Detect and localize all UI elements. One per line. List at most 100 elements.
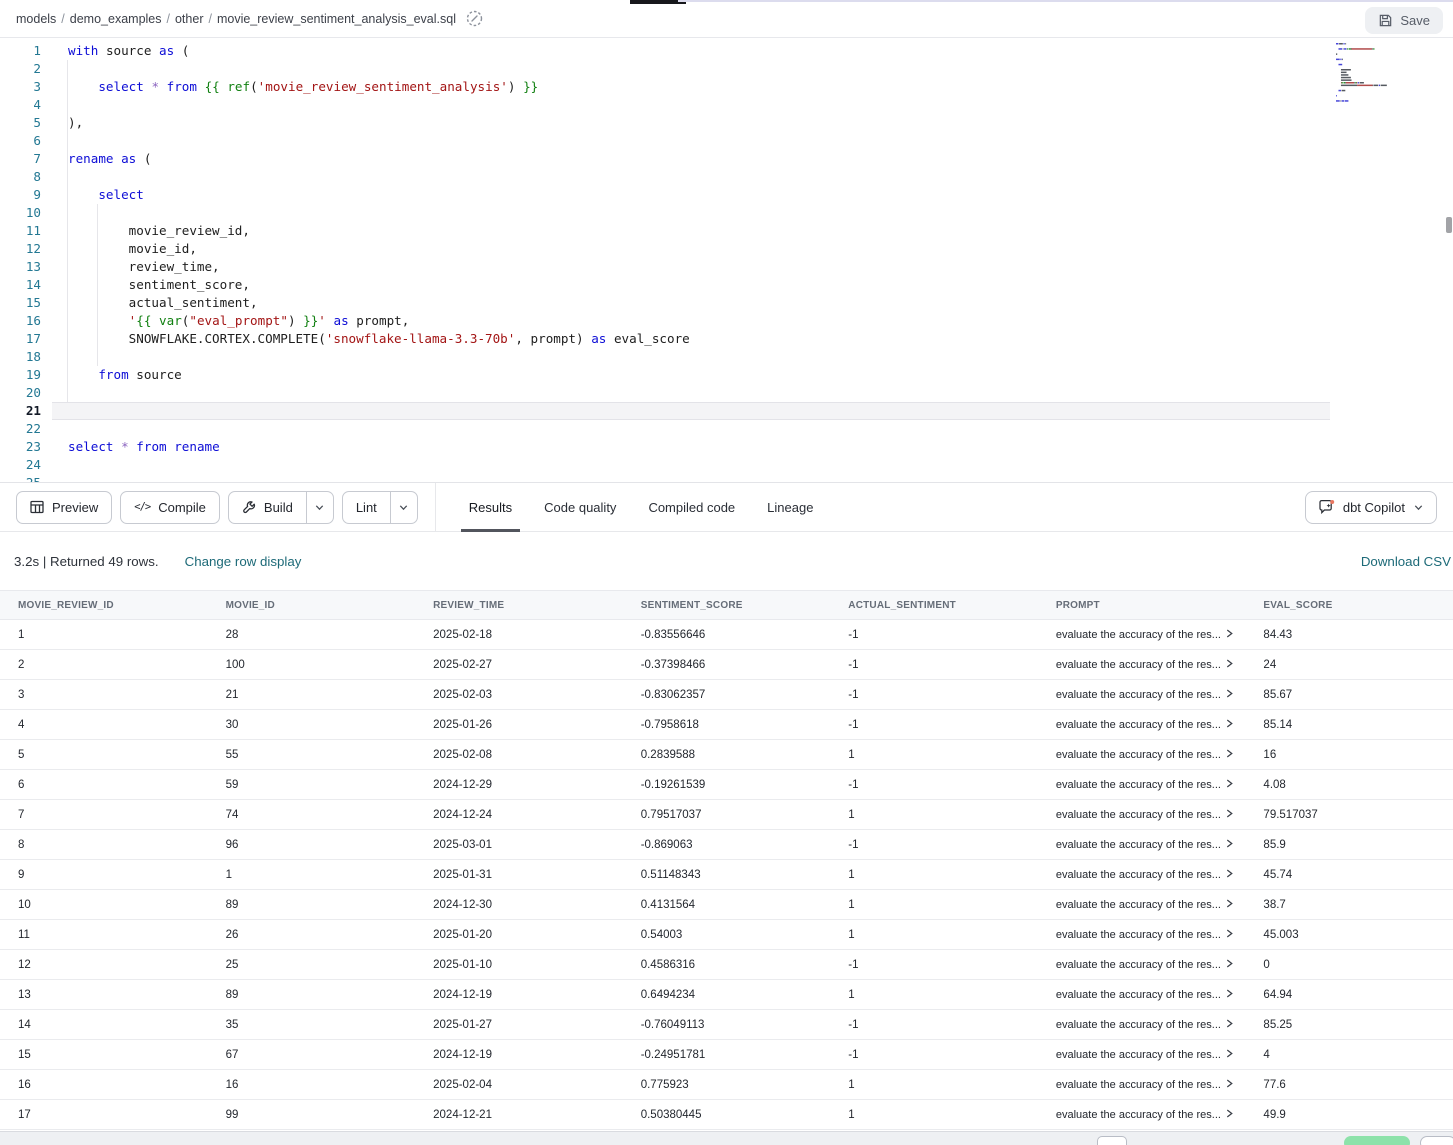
cell-eval_score: 16 — [1245, 749, 1453, 761]
expand-cell-icon[interactable] — [1225, 989, 1234, 998]
table-row: 4302025-01-26-0.7958618-1evaluate the ac… — [0, 710, 1453, 740]
line-content: select — [41, 186, 144, 204]
dbt-copilot-button[interactable]: dbt Copilot — [1305, 491, 1437, 524]
line-content: '{{ var("eval_prompt") }}' as prompt, — [41, 312, 409, 330]
column-header-prompt: PROMPT — [1038, 600, 1246, 611]
line-number: 4 — [0, 96, 41, 114]
expand-cell-icon[interactable] — [1225, 719, 1234, 728]
cell-actual_sentiment: -1 — [830, 689, 1038, 701]
expand-cell-icon[interactable] — [1225, 869, 1234, 878]
code-line: 22 — [0, 420, 1453, 438]
prompt-cell[interactable]: evaluate the accuracy of the res... — [1038, 1049, 1246, 1061]
cell-review_time: 2025-01-10 — [415, 959, 623, 971]
editor-scrollbar-thumb[interactable] — [1446, 217, 1452, 233]
build-button[interactable]: Build — [229, 492, 307, 523]
prompt-cell[interactable]: evaluate the accuracy of the res... — [1038, 989, 1246, 1001]
table-row: 15672024-12-19-0.24951781-1evaluate the … — [0, 1040, 1453, 1070]
expand-cell-icon[interactable] — [1225, 749, 1234, 758]
line-number: 10 — [0, 204, 41, 222]
cell-eval_score: 24 — [1245, 659, 1453, 671]
line-number: 6 — [0, 132, 41, 150]
lint-dropdown-button[interactable] — [391, 492, 417, 523]
lint-label: Lint — [356, 500, 377, 515]
compile-button[interactable]: </> Compile — [120, 491, 220, 524]
cell-eval_score: 79.517037 — [1245, 809, 1453, 821]
cell-actual_sentiment: 1 — [830, 989, 1038, 1001]
prompt-preview: evaluate the accuracy of the res... — [1056, 899, 1221, 911]
tab-code-quality[interactable]: Code quality — [544, 483, 616, 531]
compile-label: Compile — [158, 500, 206, 515]
expand-cell-icon[interactable] — [1225, 1109, 1234, 1118]
prompt-cell[interactable]: evaluate the accuracy of the res... — [1038, 659, 1246, 671]
tab-compiled-code[interactable]: Compiled code — [648, 483, 735, 531]
change-row-display-link[interactable]: Change row display — [185, 554, 302, 569]
tab-results[interactable]: Results — [469, 483, 512, 531]
column-header-movie_review_id: MOVIE_REVIEW_ID — [0, 600, 208, 611]
prompt-cell[interactable]: evaluate the accuracy of the res... — [1038, 1079, 1246, 1091]
breadcrumb-separator: / — [208, 12, 211, 26]
build-split-button: Build — [228, 491, 334, 524]
expand-cell-icon[interactable] — [1225, 689, 1234, 698]
cell-sentiment_score: 0.50380445 — [623, 1109, 831, 1121]
save-button[interactable]: Save — [1365, 7, 1443, 34]
prompt-cell[interactable]: evaluate the accuracy of the res... — [1038, 689, 1246, 701]
results-toolbar: Preview </> Compile Build Lint — [0, 482, 1453, 532]
expand-cell-icon[interactable] — [1225, 659, 1234, 668]
cell-movie_id: 30 — [208, 719, 416, 731]
preview-button[interactable]: Preview — [16, 491, 112, 524]
line-number: 18 — [0, 348, 41, 366]
prompt-cell[interactable]: evaluate the accuracy of the res... — [1038, 629, 1246, 641]
prompt-cell[interactable]: evaluate the accuracy of the res... — [1038, 839, 1246, 851]
line-content — [41, 474, 68, 482]
chevron-down-icon — [398, 502, 409, 513]
prompt-cell[interactable]: evaluate the accuracy of the res... — [1038, 809, 1246, 821]
lint-button[interactable]: Lint — [343, 492, 391, 523]
code-line: 25 — [0, 474, 1453, 482]
expand-cell-icon[interactable] — [1225, 809, 1234, 818]
prompt-preview: evaluate the accuracy of the res... — [1056, 689, 1221, 701]
cell-sentiment_score: -0.19261539 — [623, 779, 831, 791]
prompt-cell[interactable]: evaluate the accuracy of the res... — [1038, 869, 1246, 881]
line-content: rename as ( — [41, 150, 151, 168]
results-tabs: Results Code quality Compiled code Lineage — [469, 483, 814, 531]
expand-cell-icon[interactable] — [1225, 839, 1234, 848]
tab-lineage[interactable]: Lineage — [767, 483, 813, 531]
line-content: with source as ( — [41, 42, 189, 60]
expand-cell-icon[interactable] — [1225, 629, 1234, 638]
line-number: 17 — [0, 330, 41, 348]
line-number: 22 — [0, 420, 41, 438]
prompt-cell[interactable]: evaluate the accuracy of the res... — [1038, 719, 1246, 731]
prompt-cell[interactable]: evaluate the accuracy of the res... — [1038, 749, 1246, 761]
expand-cell-icon[interactable] — [1225, 1019, 1234, 1028]
prompt-cell[interactable]: evaluate the accuracy of the res... — [1038, 899, 1246, 911]
cell-review_time: 2025-03-01 — [415, 839, 623, 851]
expand-cell-icon[interactable] — [1225, 779, 1234, 788]
prompt-cell[interactable]: evaluate the accuracy of the res... — [1038, 1019, 1246, 1031]
minimap[interactable] — [1333, 41, 1443, 113]
download-csv-link[interactable]: Download CSV — [1361, 554, 1451, 569]
prompt-cell[interactable]: evaluate the accuracy of the res... — [1038, 929, 1246, 941]
line-number: 16 — [0, 312, 41, 330]
code-line: 6 — [0, 132, 1453, 150]
prompt-cell[interactable]: evaluate the accuracy of the res... — [1038, 1109, 1246, 1121]
expand-cell-icon[interactable] — [1225, 959, 1234, 968]
code-line: 5), — [0, 114, 1453, 132]
code-editor[interactable]: 1with source as (23 select * from {{ ref… — [0, 39, 1453, 482]
bottom-bar-button[interactable] — [1420, 1136, 1453, 1145]
minimap-canvas — [1333, 41, 1443, 113]
cell-actual_sentiment: -1 — [830, 779, 1038, 791]
cell-sentiment_score: 0.6494234 — [623, 989, 831, 1001]
expand-cell-icon[interactable] — [1225, 1049, 1234, 1058]
build-dropdown-button[interactable] — [307, 492, 333, 523]
cell-eval_score: 85.9 — [1245, 839, 1453, 851]
cell-eval_score: 77.6 — [1245, 1079, 1453, 1091]
cell-eval_score: 84.43 — [1245, 629, 1453, 641]
bottom-bar-button[interactable] — [1097, 1136, 1127, 1145]
bottom-bar-green-pill[interactable] — [1344, 1136, 1410, 1145]
expand-cell-icon[interactable] — [1225, 1079, 1234, 1088]
prompt-cell[interactable]: evaluate the accuracy of the res... — [1038, 779, 1246, 791]
prompt-cell[interactable]: evaluate the accuracy of the res... — [1038, 959, 1246, 971]
expand-cell-icon[interactable] — [1225, 899, 1234, 908]
results-table-header: MOVIE_REVIEW_IDMOVIE_IDREVIEW_TIMESENTIM… — [0, 590, 1453, 620]
expand-cell-icon[interactable] — [1225, 929, 1234, 938]
